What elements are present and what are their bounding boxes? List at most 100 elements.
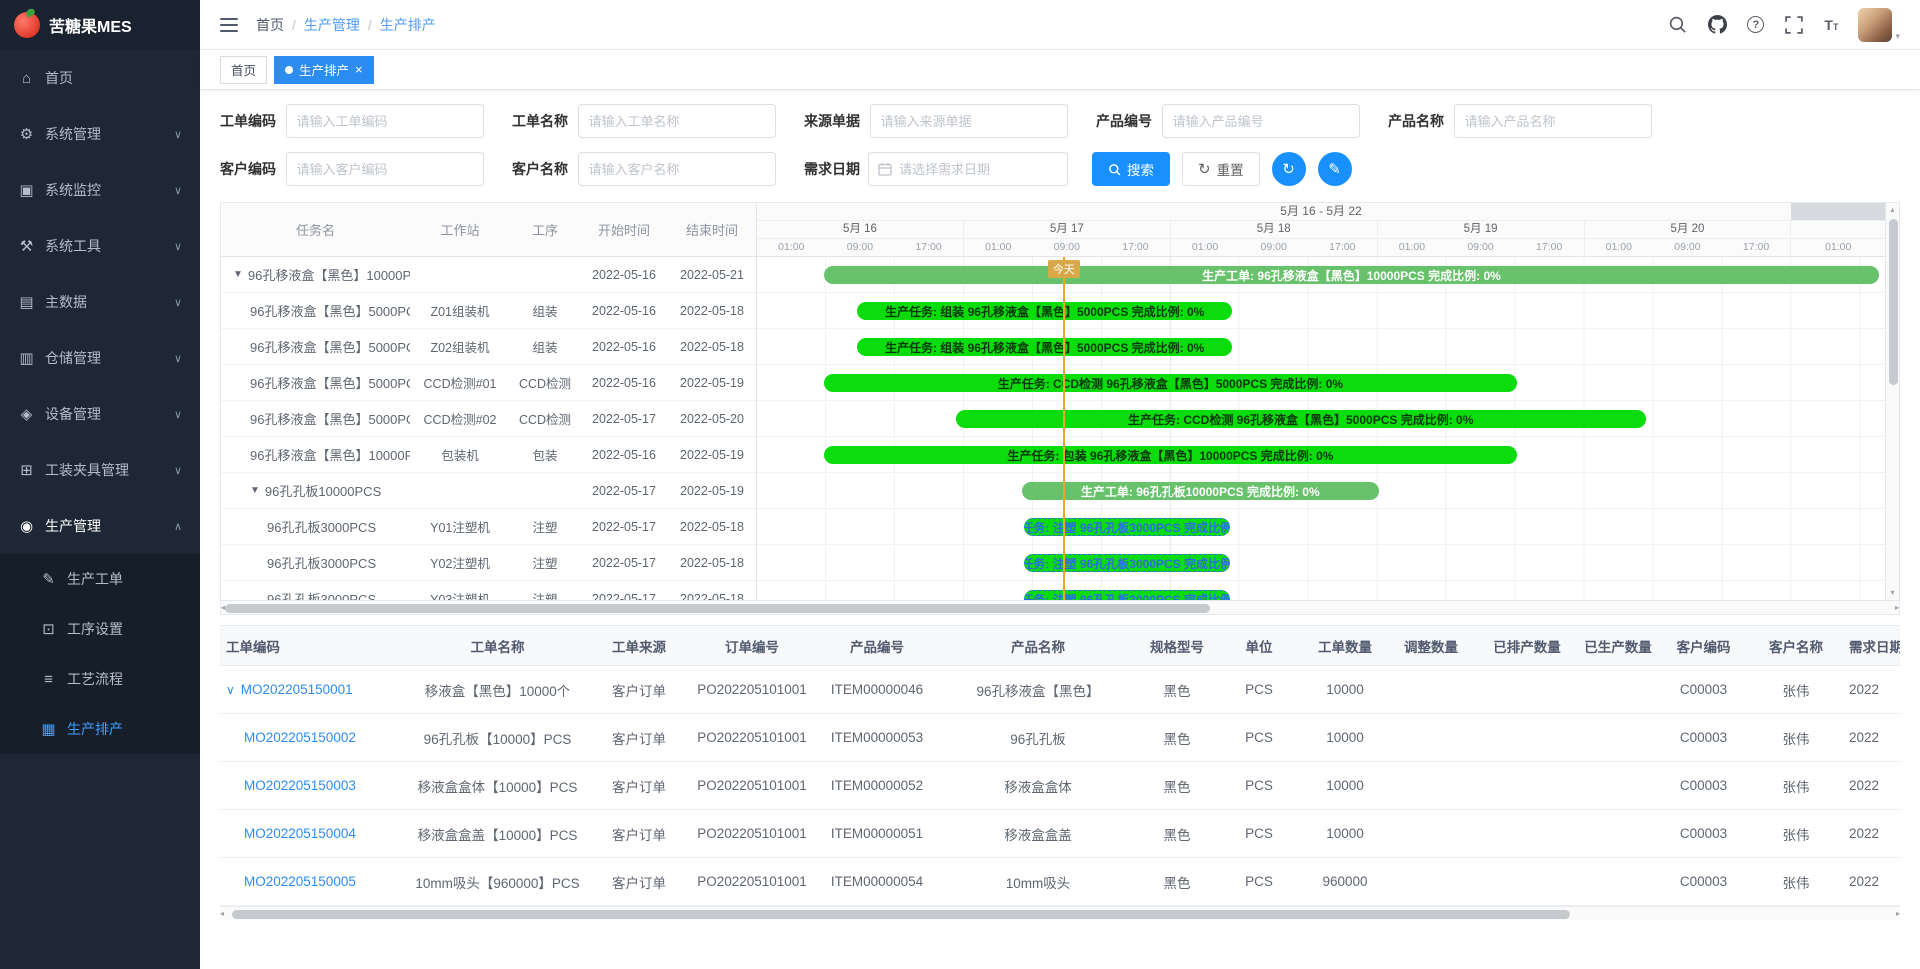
- sidebar-item-system-tools[interactable]: ⚒系统工具∨: [0, 218, 200, 274]
- sidebar-item-system-monitor[interactable]: ▣系统监控∨: [0, 162, 200, 218]
- chevron-down-icon: ∨: [174, 240, 182, 253]
- gantt-row[interactable]: 96孔移液盒【黑色】5000PCSZ01组装机组装2022-05-162022-…: [221, 293, 756, 329]
- gantt-bar-task[interactable]: 生产任务: CCD检测 96孔移液盒【黑色】5000PCS 完成比例: 0%: [824, 374, 1518, 392]
- table-row[interactable]: MO202205150002 96孔孔板【10000】PCS客户订单PO2022…: [220, 714, 1900, 762]
- avatar[interactable]: [1858, 8, 1892, 42]
- search-icon[interactable]: [1667, 15, 1687, 35]
- production-submenu: ✎生产工单 ⊡工序设置 ≡工艺流程 ▦生产排产: [0, 554, 200, 754]
- table-row[interactable]: ∨MO202205150001 移液盒【黑色】10000个客户订单PO20220…: [220, 666, 1900, 714]
- gantt-row[interactable]: ▼96孔孔板10000PCS2022-05-172022-05-19: [221, 473, 756, 509]
- customer-name-input[interactable]: [578, 152, 776, 186]
- breadcrumb-home[interactable]: 首页: [256, 15, 284, 35]
- gantt-row[interactable]: 96孔移液盒【黑色】5000PCSZ02组装机组装2022-05-162022-…: [221, 329, 756, 365]
- search-button[interactable]: 搜索: [1092, 152, 1170, 186]
- navbar-actions: ? TT ▾: [1667, 8, 1900, 42]
- breadcrumb-scheduling[interactable]: 生产排产: [380, 15, 436, 35]
- work-order-link[interactable]: MO202205150003: [244, 778, 356, 793]
- gantt-bar-task[interactable]: 生产任务: CCD检测 96孔移液盒【黑色】5000PCS 完成比例: 0%: [956, 410, 1646, 428]
- row-expand-icon[interactable]: ∨: [226, 683, 235, 697]
- gantt-bar-task[interactable]: 生产任务: 包装 96孔移液盒【黑色】10000PCS 完成比例: 0%: [824, 446, 1518, 464]
- calendar-icon: [878, 162, 892, 176]
- fullscreen-icon[interactable]: [1784, 15, 1804, 35]
- scroll-right-icon[interactable]: ▸: [1895, 601, 1899, 615]
- sidebar-item-home[interactable]: ⌂首页: [0, 50, 200, 106]
- work-order-link[interactable]: MO202205150005: [244, 874, 356, 889]
- gantt-horizontal-scrollbar[interactable]: ◂ ▸: [221, 600, 1899, 614]
- sidebar-item-process-settings[interactable]: ⊡工序设置: [0, 604, 200, 654]
- edit-schedule-button[interactable]: ✎: [1318, 152, 1352, 186]
- sidebar-item-fixtures[interactable]: ⊞工装夹具管理∨: [0, 442, 200, 498]
- timeline-hours-header: 01:0009:0017:00 01:0009:0017:00 01:0009:…: [757, 239, 1885, 257]
- search-icon: [1108, 163, 1121, 176]
- gantt-bar-task-selected[interactable]: 生产任务: 注塑 96孔孔板3000PCS 完成比例: 0%: [1024, 590, 1229, 600]
- user-menu[interactable]: ▾: [1858, 8, 1900, 42]
- tools-icon: ⚒: [18, 237, 35, 255]
- font-size-icon[interactable]: TT: [1824, 18, 1838, 32]
- tab-close-icon[interactable]: ×: [355, 63, 363, 76]
- list-icon: ≡: [40, 671, 57, 688]
- sidebar-item-master-data[interactable]: ▤主数据∨: [0, 274, 200, 330]
- tab-scheduling[interactable]: 生产排产×: [274, 56, 374, 84]
- work-order-code-input[interactable]: [286, 104, 484, 138]
- sidebar-item-system-management[interactable]: ⚙系统管理∨: [0, 106, 200, 162]
- collapse-caret-icon[interactable]: ▼: [233, 269, 243, 280]
- scroll-up-icon[interactable]: ▴: [1890, 203, 1894, 217]
- gantt-timeline: 5月 16 - 5月 22 5月 16 5月 17 5月 18 5月 19 5月…: [757, 203, 1885, 600]
- work-order-link[interactable]: MO202205150002: [244, 730, 356, 745]
- breadcrumb-production[interactable]: 生产管理: [304, 15, 360, 35]
- sidebar-item-equipment[interactable]: ◈设备管理∨: [0, 386, 200, 442]
- sidebar-item-scheduling[interactable]: ▦生产排产: [0, 704, 200, 754]
- today-line: [1063, 257, 1065, 600]
- sidebar-item-warehouse[interactable]: ▥仓储管理∨: [0, 330, 200, 386]
- tab-home[interactable]: 首页: [220, 56, 267, 84]
- sidebar-toggle-icon[interactable]: [220, 18, 238, 32]
- refresh-gantt-button[interactable]: ↻: [1272, 152, 1306, 186]
- sidebar-item-work-orders[interactable]: ✎生产工单: [0, 554, 200, 604]
- gantt-row[interactable]: ▼96孔移液盒【黑色】10000PCS2022-05-162022-05-21: [221, 257, 756, 293]
- gantt-bar-task-selected[interactable]: 生产任务: 注塑 96孔孔板3000PCS 完成比例: 0%: [1024, 518, 1229, 536]
- work-order-name-input[interactable]: [578, 104, 776, 138]
- gantt-row[interactable]: 96孔孔板3000PCSY03注塑机注塑2022-05-172022-05-18: [221, 581, 756, 600]
- demand-date-picker[interactable]: [868, 152, 1068, 186]
- gantt-row[interactable]: 96孔孔板3000PCSY01注塑机注塑2022-05-172022-05-18: [221, 509, 756, 545]
- home-icon: ⌂: [18, 70, 35, 87]
- gantt-bar-task[interactable]: 生产任务: 组装 96孔移液盒【黑色】5000PCS 完成比例: 0%: [857, 338, 1231, 356]
- settings-icon: ⊡: [40, 620, 57, 638]
- github-icon[interactable]: [1707, 15, 1727, 35]
- gantt-bar-task-selected[interactable]: 生产任务: 注塑 96孔孔板3000PCS 完成比例: 0%: [1024, 554, 1229, 572]
- gantt-row[interactable]: 96孔移液盒【黑色】5000PCSCCD检测#02CCD检测2022-05-17…: [221, 401, 756, 437]
- scroll-down-icon[interactable]: ▾: [1890, 586, 1894, 600]
- scrollbar-thumb[interactable]: [232, 910, 1570, 919]
- sidebar-item-process-flow[interactable]: ≡工艺流程: [0, 654, 200, 704]
- table-horizontal-scrollbar[interactable]: ◂ ▸: [220, 906, 1900, 920]
- filter-demand-date: 需求日期: [804, 152, 1068, 186]
- table-row[interactable]: MO202205150004 移液盒盒盖【10000】PCS客户订单PO2022…: [220, 810, 1900, 858]
- gantt-row[interactable]: 96孔移液盒【黑色】10000PCS包装机包装2022-05-162022-05…: [221, 437, 756, 473]
- timeline-range-header: 5月 16 - 5月 22: [757, 203, 1885, 221]
- scroll-right-icon[interactable]: ▸: [1896, 907, 1900, 921]
- scrollbar-thumb[interactable]: [1889, 219, 1898, 385]
- sidebar: 苦糖果MES ⌂首页 ⚙系统管理∨ ▣系统监控∨ ⚒系统工具∨ ▤主数据∨ ▥仓…: [0, 0, 200, 969]
- customer-code-input[interactable]: [286, 152, 484, 186]
- filter-work-order-name: 工单名称: [512, 104, 776, 138]
- gantt-vertical-scrollbar[interactable]: ▴ ▾: [1885, 203, 1899, 600]
- gantt-row[interactable]: 96孔移液盒【黑色】5000PCSCCD检测#01CCD检测2022-05-16…: [221, 365, 756, 401]
- product-code-input[interactable]: [1162, 104, 1360, 138]
- table-row[interactable]: MO202205150003 移液盒盒体【10000】PCS客户订单PO2022…: [220, 762, 1900, 810]
- help-icon[interactable]: ?: [1747, 16, 1764, 33]
- work-order-link[interactable]: MO202205150004: [244, 826, 356, 841]
- reset-button[interactable]: ↻重置: [1182, 152, 1260, 186]
- tabs-bar: 首页 生产排产×: [200, 50, 1920, 90]
- table-row[interactable]: MO202205150005 10mm吸头【960000】PCS客户订单PO20…: [220, 858, 1900, 906]
- collapse-caret-icon[interactable]: ▼: [250, 485, 260, 496]
- gantt-bar-work-order[interactable]: 生产工单: 96孔移液盒【黑色】10000PCS 完成比例: 0%: [824, 266, 1880, 284]
- work-order-link[interactable]: MO202205150001: [241, 682, 353, 697]
- sidebar-item-production[interactable]: ◉生产管理∧: [0, 498, 200, 554]
- gantt-row[interactable]: 96孔孔板3000PCSY02注塑机注塑2022-05-172022-05-18: [221, 545, 756, 581]
- gantt-bar-task[interactable]: 生产任务: 组装 96孔移液盒【黑色】5000PCS 完成比例: 0%: [857, 302, 1231, 320]
- demand-date-input[interactable]: [899, 162, 1058, 177]
- gantt-bar-work-order[interactable]: 生产工单: 96孔孔板10000PCS 完成比例: 0%: [1022, 482, 1378, 500]
- scrollbar-thumb[interactable]: [225, 604, 1210, 613]
- source-doc-input[interactable]: [870, 104, 1068, 138]
- product-name-input[interactable]: [1454, 104, 1652, 138]
